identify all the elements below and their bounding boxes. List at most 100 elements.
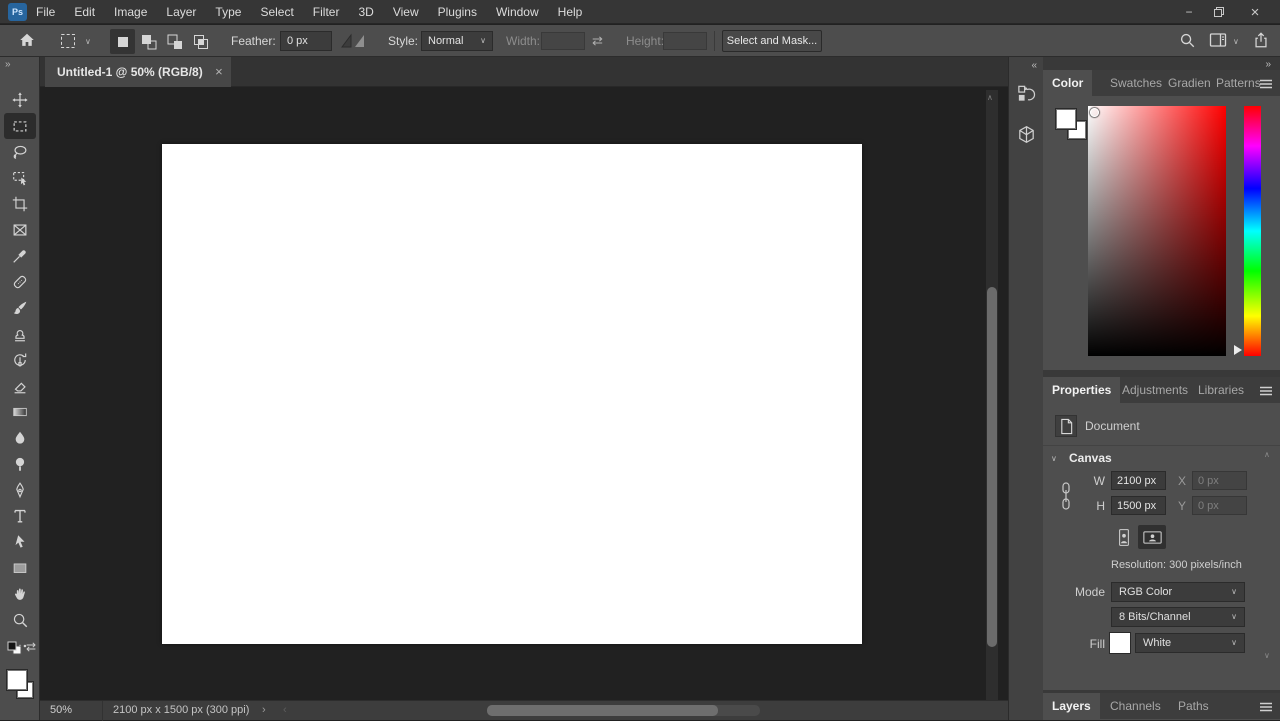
properties-panel-menu-button[interactable] — [1259, 385, 1273, 399]
vertical-scrollbar-thumb[interactable] — [987, 287, 997, 647]
rectangular-marquee-tool-button[interactable] — [4, 113, 36, 139]
add-to-selection-button[interactable] — [136, 29, 161, 54]
portrait-orientation-button[interactable] — [1112, 525, 1136, 549]
swap-colors-icon[interactable]: ⇄ — [26, 640, 36, 654]
canvas-x-input[interactable] — [1192, 471, 1247, 490]
menu-plugins[interactable]: Plugins — [438, 5, 477, 19]
rectangle-tool-button[interactable] — [4, 555, 36, 581]
close-button[interactable]: × — [1240, 0, 1270, 24]
tool-preset-button[interactable] — [58, 31, 78, 51]
tab-properties[interactable]: Properties — [1043, 377, 1120, 403]
blur-tool-button[interactable] — [4, 425, 36, 451]
history-panel-button[interactable] — [1013, 80, 1040, 107]
share-button[interactable] — [1252, 31, 1270, 49]
hue-slider-strip[interactable] — [1244, 106, 1261, 356]
hue-slider-handle[interactable] — [1234, 345, 1242, 355]
pen-tool-button[interactable] — [4, 477, 36, 503]
toolbar-expand-icon[interactable]: » — [5, 59, 10, 70]
document-canvas[interactable] — [162, 144, 862, 644]
canvas-section-chevron-icon[interactable]: ∨ — [1051, 455, 1057, 463]
menu-file[interactable]: File — [36, 5, 55, 19]
default-colors-button[interactable] — [7, 641, 23, 659]
status-next-icon[interactable]: › — [262, 704, 266, 716]
saturation-brightness-field[interactable] — [1088, 106, 1226, 356]
object-selection-tool-button[interactable] — [4, 165, 36, 191]
workspace-button[interactable] — [1208, 31, 1228, 49]
panel-scroll-down-icon[interactable]: ∨ — [1264, 651, 1270, 660]
color-panel-foreground-swatch[interactable] — [1055, 108, 1077, 130]
tab-gradients[interactable]: Gradients — [1159, 70, 1211, 96]
subtract-from-selection-button[interactable] — [162, 29, 187, 54]
intersect-selection-button[interactable] — [188, 29, 213, 54]
menu-3d[interactable]: 3D — [358, 5, 373, 19]
tool-preset-chevron-icon[interactable]: ∨ — [85, 38, 91, 46]
minimize-button[interactable]: − — [1174, 0, 1204, 24]
horizontal-scrollbar-thumb[interactable] — [487, 705, 718, 716]
foreground-color-swatch[interactable] — [6, 669, 28, 691]
eraser-tool-button[interactable] — [4, 373, 36, 399]
landscape-orientation-button[interactable] — [1138, 525, 1166, 549]
bit-depth-select[interactable]: 8 Bits/Channel ∨ — [1111, 607, 1245, 627]
color-cursor[interactable] — [1090, 108, 1099, 117]
new-selection-button[interactable] — [110, 29, 135, 54]
panel-scroll-up-icon[interactable]: ∧ — [1264, 450, 1270, 459]
tab-color[interactable]: Color — [1043, 70, 1092, 96]
move-tool-button[interactable] — [4, 87, 36, 113]
canvas-y-input[interactable] — [1192, 496, 1247, 515]
frame-tool-button[interactable] — [4, 217, 36, 243]
color-mode-select[interactable]: RGB Color ∨ — [1111, 582, 1245, 602]
history-brush-tool-button[interactable] — [4, 347, 36, 373]
crop-tool-button[interactable] — [4, 191, 36, 217]
hand-tool-button[interactable] — [4, 581, 36, 607]
workspace-chevron-icon[interactable]: ∨ — [1233, 38, 1239, 46]
hamburger-icon — [1259, 702, 1273, 712]
clone-stamp-tool-button[interactable] — [4, 321, 36, 347]
document-tab[interactable]: Untitled-1 @ 50% (RGB/8) × — [45, 57, 231, 87]
menu-edit[interactable]: Edit — [74, 5, 95, 19]
scroll-up-icon[interactable]: ∧ — [987, 93, 993, 102]
anti-alias-toggle[interactable] — [340, 33, 370, 49]
tab-adjustments[interactable]: Adjustments — [1113, 377, 1197, 403]
history-icon — [1016, 83, 1037, 104]
spot-healing-brush-tool-button[interactable] — [4, 269, 36, 295]
layers-panel-menu-button[interactable] — [1259, 701, 1273, 715]
eyedropper-tool-button[interactable] — [4, 243, 36, 269]
width-input[interactable] — [541, 32, 585, 50]
feather-input[interactable] — [280, 31, 332, 51]
tab-paths[interactable]: Paths — [1169, 693, 1218, 719]
restore-button[interactable] — [1204, 0, 1234, 24]
menu-select[interactable]: Select — [260, 5, 293, 19]
select-and-mask-button[interactable]: Select and Mask... — [722, 30, 822, 52]
fill-select[interactable]: White ∨ — [1135, 633, 1245, 653]
gradient-tool-button[interactable] — [4, 399, 36, 425]
type-tool-button[interactable] — [4, 503, 36, 529]
swap-dimensions-icon[interactable]: ⇄ — [592, 33, 603, 49]
menu-image[interactable]: Image — [114, 5, 147, 19]
menu-layer[interactable]: Layer — [166, 5, 196, 19]
zoom-tool-button[interactable] — [4, 607, 36, 633]
style-select[interactable]: Normal ∨ — [421, 31, 493, 51]
fill-color-swatch[interactable] — [1109, 632, 1131, 654]
lasso-tool-button[interactable] — [4, 139, 36, 165]
dodge-tool-button[interactable] — [4, 451, 36, 477]
dock-collapse-icon[interactable]: « — [1031, 60, 1036, 71]
3d-panel-button[interactable] — [1013, 121, 1040, 148]
color-panel-menu-button[interactable] — [1259, 78, 1273, 92]
tab-channels[interactable]: Channels — [1101, 693, 1170, 719]
menu-view[interactable]: View — [393, 5, 419, 19]
canvas-area: Untitled-1 @ 50% (RGB/8) × ∧ 50% 2100 px… — [40, 57, 1008, 720]
zoom-level-field[interactable]: 50% — [50, 704, 72, 716]
menu-type[interactable]: Type — [215, 5, 241, 19]
menu-window[interactable]: Window — [496, 5, 539, 19]
home-button[interactable] — [18, 31, 36, 49]
menu-help[interactable]: Help — [558, 5, 583, 19]
search-button[interactable] — [1178, 31, 1196, 49]
menu-filter[interactable]: Filter — [313, 5, 340, 19]
panels-collapse-icon[interactable]: » — [1265, 59, 1270, 70]
tab-libraries[interactable]: Libraries — [1189, 377, 1253, 403]
height-input[interactable] — [663, 32, 707, 50]
path-selection-tool-button[interactable] — [4, 529, 36, 555]
brush-tool-button[interactable] — [4, 295, 36, 321]
tab-layers[interactable]: Layers — [1043, 693, 1100, 719]
document-tab-close-icon[interactable]: × — [215, 64, 223, 79]
